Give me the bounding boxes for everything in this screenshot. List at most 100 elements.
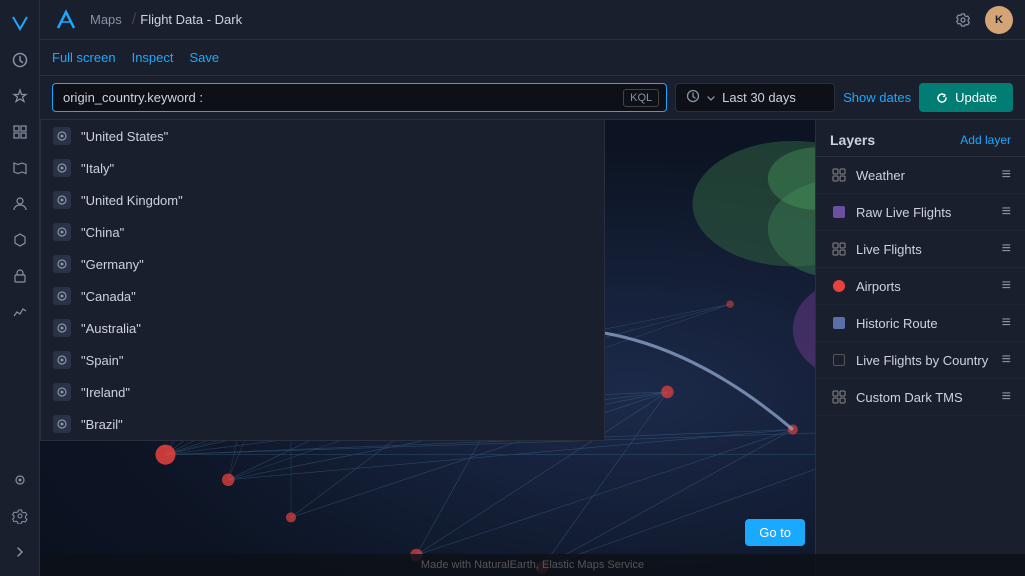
time-icon (686, 89, 700, 106)
layer-menu-icon[interactable]: ≡ (1002, 166, 1011, 184)
show-dates-button[interactable]: Show dates (843, 90, 911, 105)
layers-panel: Layers Add layer Weather ≡ Raw Live Flig… (815, 120, 1025, 576)
item-label: "Ireland" (81, 385, 130, 400)
layer-type-icon (830, 203, 848, 221)
item-label: "United Kingdom" (81, 193, 183, 208)
sidebar-icon-person[interactable] (4, 188, 36, 220)
item-label: "Brazil" (81, 417, 123, 432)
item-label: "United States" (81, 129, 168, 144)
layer-menu-icon[interactable]: ≡ (1002, 277, 1011, 295)
autocomplete-dropdown: "United States" "Italy" "United Kingdom" (40, 120, 605, 441)
time-chevron-icon (706, 93, 716, 103)
layer-item[interactable]: Custom Dark TMS ≡ (816, 379, 1025, 416)
sidebar-icon-hexagon[interactable] (4, 224, 36, 256)
autocomplete-item[interactable]: "United Kingdom" (41, 184, 604, 216)
item-icon (53, 223, 71, 241)
search-input-wrap: KQL (52, 83, 667, 112)
fullscreen-button[interactable]: Full screen (52, 50, 116, 65)
attribution-text: Made with NaturalEarth, Elastic Maps Ser… (421, 559, 644, 571)
sidebar-icon-chart[interactable] (4, 296, 36, 328)
bottom-bar: Made with NaturalEarth, Elastic Maps Ser… (40, 554, 1025, 576)
sidebar-icon-grid[interactable] (4, 116, 36, 148)
sidebar-icon-map[interactable] (4, 152, 36, 184)
layer-item[interactable]: Raw Live Flights ≡ (816, 194, 1025, 231)
settings-icon[interactable] (949, 6, 977, 34)
item-icon (53, 415, 71, 433)
layers-title: Layers (830, 132, 875, 148)
app-name: Maps (90, 12, 122, 27)
layer-menu-icon[interactable]: ≡ (1002, 314, 1011, 332)
search-input[interactable] (52, 83, 667, 112)
page-title: Flight Data - Dark (140, 12, 242, 27)
layer-type-icon (830, 314, 848, 332)
layer-menu-icon[interactable]: ≡ (1002, 240, 1011, 258)
layers-header: Layers Add layer (816, 120, 1025, 157)
user-avatar[interactable]: K (985, 6, 1013, 34)
layer-name: Weather (856, 168, 994, 183)
autocomplete-item[interactable]: "United States" (41, 120, 604, 152)
autocomplete-item[interactable]: "Italy" (41, 152, 604, 184)
layer-item[interactable]: Airports ≡ (816, 268, 1025, 305)
left-sidebar (0, 0, 40, 576)
item-label: "Australia" (81, 321, 141, 336)
layer-item[interactable]: Weather ≡ (816, 157, 1025, 194)
autocomplete-item[interactable]: "Spain" (41, 344, 604, 376)
sidebar-icon-lock[interactable] (4, 260, 36, 292)
refresh-icon (935, 91, 949, 105)
kibana-logo (52, 6, 80, 34)
toolbar: Full screen Inspect Save (40, 40, 1025, 76)
item-icon (53, 255, 71, 273)
layer-type-icon (830, 351, 848, 369)
layer-item[interactable]: Historic Route ≡ (816, 305, 1025, 342)
layer-name: Raw Live Flights (856, 205, 994, 220)
item-label: "China" (81, 225, 124, 240)
item-icon (53, 319, 71, 337)
save-button[interactable]: Save (190, 50, 220, 65)
layer-menu-icon[interactable]: ≡ (1002, 388, 1011, 406)
layer-item[interactable]: Live Flights by Country ≡ (816, 342, 1025, 379)
sidebar-icon-arrow[interactable] (4, 536, 36, 568)
sidebar-icon-logo[interactable] (4, 8, 36, 40)
item-icon (53, 351, 71, 369)
layer-menu-icon[interactable]: ≡ (1002, 351, 1011, 369)
sidebar-icon-star[interactable] (4, 80, 36, 112)
breadcrumb-separator: / (132, 11, 136, 29)
item-icon (53, 159, 71, 177)
sidebar-icon-wrench[interactable] (4, 464, 36, 496)
layer-type-icon (830, 388, 848, 406)
add-layer-button[interactable]: Add layer (960, 133, 1011, 147)
item-icon (53, 191, 71, 209)
layer-list: Weather ≡ Raw Live Flights ≡ Live Flight… (816, 157, 1025, 416)
autocomplete-item[interactable]: "Australia" (41, 312, 604, 344)
layer-menu-icon[interactable]: ≡ (1002, 203, 1011, 221)
layer-item[interactable]: Live Flights ≡ (816, 231, 1025, 268)
layer-name: Airports (856, 279, 994, 294)
inspect-button[interactable]: Inspect (132, 50, 174, 65)
item-label: "Italy" (81, 161, 114, 176)
update-button[interactable]: Update (919, 83, 1013, 112)
layer-type-icon (830, 166, 848, 184)
autocomplete-item[interactable]: "Ireland" (41, 376, 604, 408)
kql-badge[interactable]: KQL (623, 89, 659, 107)
autocomplete-item[interactable]: "China" (41, 216, 604, 248)
item-icon (53, 287, 71, 305)
layer-type-icon (830, 277, 848, 295)
sidebar-icon-gear[interactable] (4, 500, 36, 532)
layer-name: Live Flights (856, 242, 994, 257)
item-icon (53, 383, 71, 401)
top-bar: Maps / Flight Data - Dark K (40, 0, 1025, 40)
layer-name: Custom Dark TMS (856, 390, 994, 405)
autocomplete-item[interactable]: "Germany" (41, 248, 604, 280)
item-label: "Germany" (81, 257, 144, 272)
item-label: "Spain" (81, 353, 123, 368)
item-icon (53, 127, 71, 145)
autocomplete-item[interactable]: "Canada" (41, 280, 604, 312)
sidebar-icon-clock[interactable] (4, 44, 36, 76)
autocomplete-item[interactable]: "Brazil" (41, 408, 604, 440)
goto-button[interactable]: Go to (745, 519, 805, 546)
time-range-picker[interactable]: Last 30 days (675, 83, 835, 112)
layer-name: Historic Route (856, 316, 994, 331)
search-bar: KQL Last 30 days Show dates Update (40, 76, 1025, 120)
layer-name: Live Flights by Country (856, 353, 994, 368)
layer-type-icon (830, 240, 848, 258)
